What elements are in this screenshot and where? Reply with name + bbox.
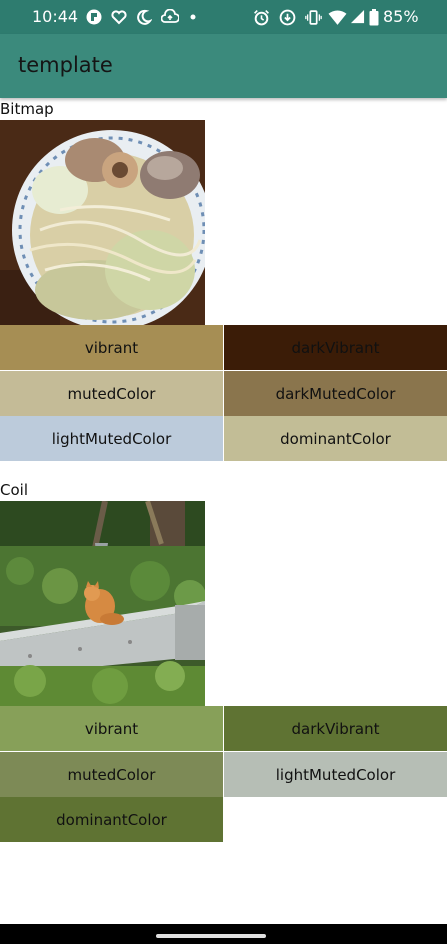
bitmap-swatch-dark-muted: darkMutedColor <box>224 371 447 416</box>
heart-icon <box>111 10 127 25</box>
status-bar: 10:44 85% <box>0 0 447 34</box>
download-icon <box>279 9 296 26</box>
bitmap-swatch-light-muted: lightMutedColor <box>0 416 223 461</box>
bitmap-swatch-vibrant: vibrant <box>0 325 223 370</box>
alarm-icon <box>254 10 269 26</box>
coil-swatch-muted: mutedColor <box>0 752 223 797</box>
coil-swatch-dark-vibrant: darkVibrant <box>224 706 447 751</box>
ramen-bowl-photo <box>0 120 205 325</box>
coil-swatch-light-muted: lightMutedColor <box>224 752 447 797</box>
coil-swatch-vibrant: vibrant <box>0 706 223 751</box>
app-title: template <box>18 53 113 77</box>
dot-icon <box>190 14 196 20</box>
status-time: 10:44 <box>32 7 79 26</box>
vibrate-icon <box>305 10 322 25</box>
bitmap-swatch-dominant: dominantColor <box>224 416 447 461</box>
battery-icon <box>369 9 379 26</box>
app-bar: template <box>0 34 447 98</box>
coil-swatch-dominant: dominantColor <box>0 797 223 842</box>
battery-percent: 85% <box>383 7 419 26</box>
signal-icon <box>350 9 365 24</box>
bitmap-swatch-muted: mutedColor <box>0 371 223 416</box>
bitmap-section-label: Bitmap <box>0 100 54 118</box>
navigation-bar <box>0 924 447 944</box>
app-icon <box>86 9 102 25</box>
cat-on-wall-photo <box>0 501 205 706</box>
cloud-upload-icon <box>161 9 179 23</box>
home-gesture-handle[interactable] <box>156 934 266 938</box>
bitmap-swatch-dark-vibrant: darkVibrant <box>224 325 447 370</box>
wifi-icon <box>328 10 347 25</box>
moon-icon <box>137 9 152 25</box>
coil-section-label: Coil <box>0 481 28 499</box>
